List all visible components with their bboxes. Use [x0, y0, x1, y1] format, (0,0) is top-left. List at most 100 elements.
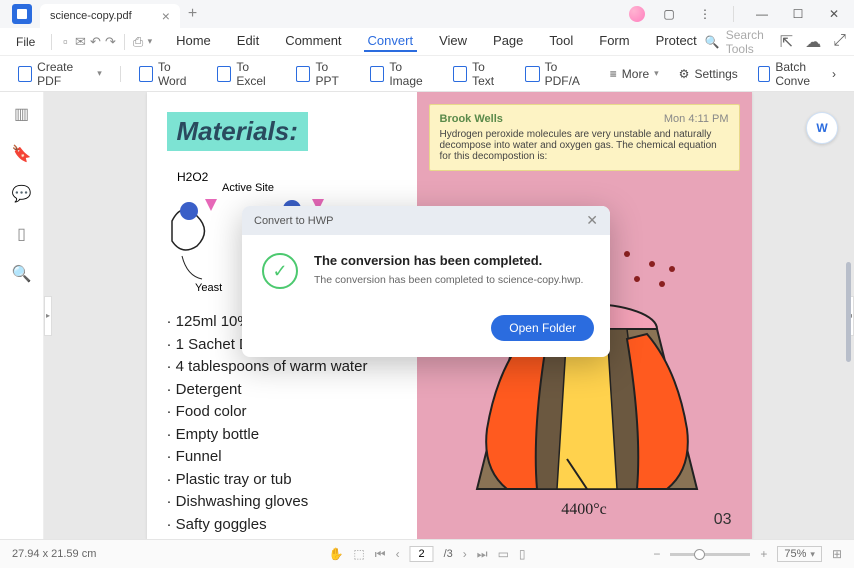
word-icon — [139, 66, 153, 82]
active-site-label: Active Site — [222, 182, 274, 194]
comment-panel-icon[interactable]: 💬 — [12, 184, 32, 204]
menu-protect[interactable]: Protect — [652, 31, 701, 52]
fit-width-icon[interactable]: ▭ — [498, 547, 509, 561]
success-check-icon: ✓ — [262, 253, 298, 289]
search-panel-icon[interactable]: 🔍 — [12, 264, 32, 284]
list-item: Funnel — [167, 446, 397, 469]
ppt-icon — [296, 66, 310, 82]
materials-heading: Materials: — [167, 112, 308, 151]
attachment-icon[interactable]: ▯ — [12, 224, 32, 244]
word-export-badge[interactable]: W — [806, 112, 838, 144]
menu-form[interactable]: Form — [595, 31, 633, 52]
text-icon — [453, 66, 467, 82]
undo-icon[interactable]: ↶ — [90, 33, 101, 51]
menu-convert[interactable]: Convert — [364, 31, 418, 52]
batch-icon — [758, 66, 771, 82]
close-window-button[interactable]: ✕ — [822, 2, 846, 26]
comment-note[interactable]: Brook Wells Mon 4:11 PM Hydrogen peroxid… — [429, 104, 740, 171]
view-mode-icon[interactable]: ⊞ — [832, 547, 842, 561]
mail-icon[interactable]: ✉ — [75, 33, 86, 51]
batch-convert-button[interactable]: Batch Conve› — [752, 56, 842, 92]
zoom-thumb[interactable] — [694, 549, 705, 560]
dialog-message: The conversion has been completed to sci… — [314, 274, 583, 286]
notification-icon[interactable]: ▢ — [657, 2, 681, 26]
menu-tool[interactable]: Tool — [545, 31, 577, 52]
save-icon[interactable]: ▫ — [60, 33, 71, 51]
page-dimensions: 27.94 x 21.59 cm — [12, 548, 96, 560]
page-number: 03 — [714, 511, 732, 529]
total-pages: /3 — [444, 548, 453, 560]
minimize-button[interactable]: — — [750, 2, 774, 26]
search-placeholder: Search Tools — [726, 28, 764, 56]
open-folder-button[interactable]: Open Folder — [491, 315, 594, 341]
thumbnails-icon[interactable]: ▥ — [12, 104, 32, 124]
first-page-icon[interactable]: ⏮ — [375, 547, 386, 562]
menubar: File ▫ ✉ ↶ ↷ ⎙ ▾ Home Edit Comment Conve… — [0, 28, 854, 56]
last-page-icon[interactable]: ⏭ — [477, 547, 488, 562]
app-icon — [12, 4, 32, 24]
chevron-down-icon: ▾ — [97, 68, 102, 79]
chevron-down-icon[interactable]: ▾ — [148, 36, 153, 47]
to-word-button[interactable]: To Word — [133, 56, 203, 92]
chevron-right-icon: › — [832, 67, 836, 81]
more-button[interactable]: ≡More▾ — [604, 63, 665, 85]
list-item: 4 tablespoons of warm water — [167, 356, 397, 379]
list-item: Empty bottle — [167, 424, 397, 447]
share-icon[interactable]: ⇱ — [780, 32, 793, 52]
tab-close-icon[interactable]: × — [162, 8, 170, 24]
expand-icon[interactable]: ⤢ — [833, 32, 846, 52]
to-excel-button[interactable]: To Excel — [211, 56, 282, 92]
to-image-button[interactable]: To Image — [364, 56, 439, 92]
select-tool-icon[interactable]: ⬚ — [353, 547, 364, 561]
settings-button[interactable]: ⚙Settings — [673, 56, 744, 92]
create-pdf-icon — [18, 66, 32, 82]
scrollbar-thumb[interactable] — [846, 262, 851, 362]
redo-icon[interactable]: ↷ — [105, 33, 116, 51]
zoom-out-icon[interactable]: − — [653, 547, 660, 561]
search-tools[interactable]: 🔍 Search Tools — [705, 28, 764, 56]
kebab-menu-icon[interactable]: ⋮ — [693, 2, 717, 26]
gear-icon: ⚙ — [679, 67, 690, 81]
zoom-slider[interactable] — [670, 553, 750, 556]
left-sidebar: ▥ 🔖 💬 ▯ 🔍 — [0, 92, 44, 539]
cloud-icon[interactable]: ☁ — [805, 32, 821, 52]
dialog-close-button[interactable]: ✕ — [586, 212, 598, 229]
next-page-icon[interactable]: › — [463, 547, 467, 561]
fit-page-icon[interactable]: ▯ — [519, 547, 526, 561]
document-tab[interactable]: science-copy.pdf × — [40, 4, 180, 28]
bookmark-icon[interactable]: 🔖 — [12, 144, 32, 164]
excel-icon — [217, 66, 231, 82]
convert-toolbar: Create PDF▾ To Word To Excel To PPT To I… — [0, 56, 854, 92]
menu-view[interactable]: View — [435, 31, 471, 52]
print-icon[interactable]: ⎙ — [133, 33, 144, 51]
comment-author: Brook Wells — [440, 113, 503, 125]
page-input[interactable] — [410, 546, 434, 562]
menu-edit[interactable]: Edit — [233, 31, 263, 52]
prev-page-icon[interactable]: ‹ — [396, 547, 400, 561]
chevron-down-icon: ▾ — [654, 68, 659, 79]
menu-home[interactable]: Home — [172, 31, 215, 52]
menu-comment[interactable]: Comment — [281, 31, 345, 52]
new-tab-button[interactable]: + — [188, 5, 197, 23]
zoom-level[interactable]: 75%▾ — [777, 546, 822, 562]
chevron-down-icon: ▾ — [810, 549, 815, 560]
create-pdf-button[interactable]: Create PDF▾ — [12, 56, 108, 92]
list-item: Detergent — [167, 379, 397, 402]
to-ppt-button[interactable]: To PPT — [290, 56, 356, 92]
to-pdfa-button[interactable]: To PDF/A — [519, 56, 596, 92]
user-avatar-icon[interactable] — [629, 6, 645, 22]
conversion-dialog: Convert to HWP ✕ ✓ The conversion has be… — [242, 206, 610, 357]
hand-tool-icon[interactable]: ✋ — [328, 547, 343, 561]
list-item: Safty goggles — [167, 514, 397, 537]
maximize-button[interactable]: ☐ — [786, 2, 810, 26]
temperature-label: 4400°c — [561, 501, 607, 519]
divider — [51, 34, 52, 50]
menu-page[interactable]: Page — [489, 31, 527, 52]
zoom-in-icon[interactable]: + — [760, 547, 767, 561]
list-item: Plastic tray or tub — [167, 469, 397, 492]
to-text-button[interactable]: To Text — [447, 56, 511, 92]
yeast-label: Yeast — [195, 282, 222, 291]
comment-text: Hydrogen peroxide molecules are very uns… — [440, 129, 729, 162]
file-menu[interactable]: File — [8, 33, 43, 51]
list-item: Dishwashing gloves — [167, 491, 397, 514]
